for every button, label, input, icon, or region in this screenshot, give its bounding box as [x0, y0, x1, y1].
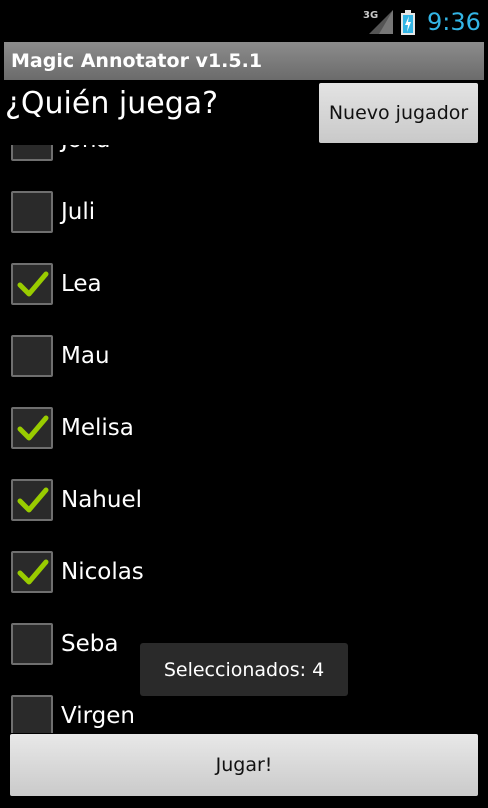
app-screen: 3G 9:36 Magic Annotator v1.5.1 ¿Quién ju…	[0, 0, 488, 808]
play-button[interactable]: Jugar!	[10, 734, 478, 796]
selection-toast: Seleccionados: 4	[140, 643, 348, 696]
player-checkbox[interactable]	[11, 263, 53, 305]
player-checkbox[interactable]	[11, 479, 53, 521]
list-item[interactable]: Nicolas	[0, 539, 488, 611]
player-name: Melisa	[61, 415, 134, 441]
check-icon	[17, 271, 49, 297]
player-name: Juli	[61, 199, 96, 225]
list-item[interactable]: Nahuel	[0, 467, 488, 539]
title-bar: Magic Annotator v1.5.1	[4, 42, 484, 80]
player-checkbox[interactable]	[11, 695, 53, 733]
list-item[interactable]: Juli	[0, 179, 488, 251]
player-checkbox[interactable]	[11, 551, 53, 593]
check-icon	[17, 487, 49, 513]
player-name: Virgen	[61, 703, 135, 729]
player-name: Nicolas	[61, 559, 144, 585]
check-icon	[17, 559, 49, 585]
page-title: ¿Quién juega?	[5, 86, 219, 121]
status-bar: 3G 9:36	[0, 0, 488, 40]
player-checkbox[interactable]	[11, 407, 53, 449]
player-name: Lea	[61, 271, 102, 297]
list-item[interactable]: Mau	[0, 323, 488, 395]
list-item[interactable]: Melisa	[0, 395, 488, 467]
list-item[interactable]: Lea	[0, 251, 488, 323]
check-icon	[17, 415, 49, 441]
clock: 9:36	[427, 8, 481, 36]
player-checkbox[interactable]	[11, 623, 53, 665]
new-player-button[interactable]: Nuevo jugador	[319, 83, 478, 143]
list-item[interactable]: Joña	[0, 145, 488, 179]
app-title: Magic Annotator v1.5.1	[11, 50, 263, 72]
player-checkbox[interactable]	[11, 145, 53, 161]
player-name: Seba	[61, 631, 119, 657]
player-checkbox[interactable]	[11, 335, 53, 377]
player-name: Joña	[61, 145, 111, 157]
player-checkbox[interactable]	[11, 191, 53, 233]
player-name: Nahuel	[61, 487, 142, 513]
signal-icon	[369, 10, 393, 34]
battery-charging-icon	[401, 10, 415, 35]
player-name: Mau	[61, 343, 110, 369]
